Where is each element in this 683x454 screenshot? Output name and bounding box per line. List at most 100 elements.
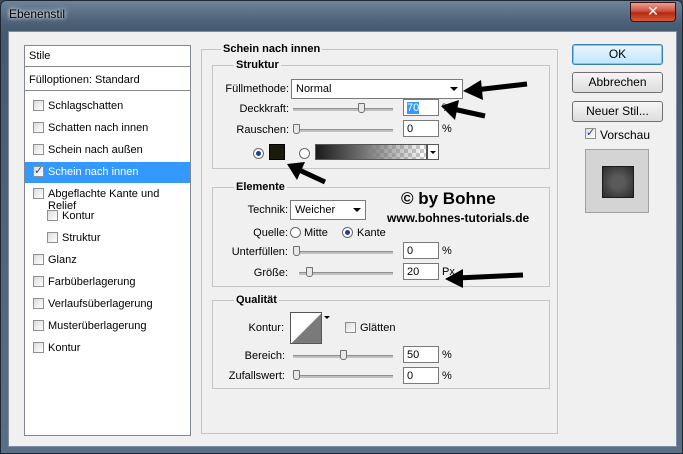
style-item[interactable]: Kontur xyxy=(25,338,190,359)
style-item-checkbox[interactable] xyxy=(33,320,44,331)
style-item[interactable]: Verlaufsüberlagerung xyxy=(25,294,190,315)
close-button[interactable]: ✕ xyxy=(630,2,676,22)
size-slider[interactable] xyxy=(299,267,393,277)
style-item[interactable]: Schatten nach innen xyxy=(25,118,190,139)
noise-slider[interactable] xyxy=(293,124,393,134)
window-title: Ebenenstil xyxy=(9,7,66,21)
blend-mode-select[interactable]: Normal xyxy=(291,79,463,99)
contour-dropdown[interactable] xyxy=(322,312,332,344)
style-item-label: Kontur xyxy=(62,210,95,222)
blend-mode-label: Füllmethode: xyxy=(225,83,289,95)
style-item-label: Glanz xyxy=(48,254,77,266)
opacity-slider-thumb[interactable] xyxy=(358,103,365,113)
style-item[interactable]: Schein nach außen xyxy=(25,140,190,161)
title-bar[interactable]: Ebenenstil ✕ xyxy=(1,1,682,25)
noise-input[interactable]: 0 xyxy=(403,120,439,137)
source-edge-radio[interactable] xyxy=(342,227,353,238)
style-item-checkbox[interactable] xyxy=(33,122,44,133)
cancel-button[interactable]: Abbrechen xyxy=(572,72,663,93)
contour-preview[interactable] xyxy=(290,312,322,344)
chevron-down-icon xyxy=(430,151,436,154)
source-edge-label[interactable]: Kante xyxy=(357,227,386,239)
style-item[interactable]: Musterüberlagerung xyxy=(25,316,190,337)
choke-unit: % xyxy=(442,245,452,257)
dialog-window: Ebenenstil ✕ Stile Fülloptionen: Standar… xyxy=(0,0,683,454)
style-item-checkbox[interactable] xyxy=(33,188,44,199)
style-item[interactable]: Glanz xyxy=(25,250,190,271)
size-slider-thumb[interactable] xyxy=(306,267,313,277)
quality-title: Qualität xyxy=(234,294,279,306)
style-item[interactable]: Kontur xyxy=(25,206,190,227)
gradient-swatch[interactable] xyxy=(315,144,427,160)
style-item-checkbox[interactable] xyxy=(33,298,44,309)
choke-input[interactable]: 0 xyxy=(403,242,439,259)
noise-slider-thumb[interactable] xyxy=(293,124,300,134)
color-fill-radio[interactable] xyxy=(253,148,264,159)
opacity-slider[interactable] xyxy=(293,103,393,113)
style-item-checkbox[interactable] xyxy=(47,232,58,243)
preview-checkbox[interactable] xyxy=(585,126,596,139)
contour-curve-icon xyxy=(290,312,322,344)
style-item-label: Schein nach außen xyxy=(48,144,143,156)
range-slider-thumb[interactable] xyxy=(340,350,347,360)
antialias-checkbox[interactable] xyxy=(345,322,356,333)
antialias-label[interactable]: Glätten xyxy=(360,322,395,334)
style-item-checkbox[interactable] xyxy=(33,100,44,111)
choke-slider-thumb[interactable] xyxy=(293,246,300,256)
watermark-url: www.bohnes-tutorials.de xyxy=(387,211,530,225)
ok-button[interactable]: OK xyxy=(572,44,663,65)
blending-options-item[interactable]: Fülloptionen: Standard xyxy=(25,70,190,91)
size-input[interactable]: 20 xyxy=(403,263,439,280)
style-item-checkbox[interactable] xyxy=(33,276,44,287)
technique-select[interactable]: Weicher xyxy=(290,200,366,220)
range-input[interactable]: 50 xyxy=(403,346,439,363)
blend-mode-value: Normal xyxy=(296,83,332,95)
noise-label: Rauschen: xyxy=(236,124,289,136)
style-item-label: Schlagschatten xyxy=(48,100,124,112)
style-item[interactable]: Farbüberlagerung xyxy=(25,272,190,293)
style-item[interactable]: Schein nach innen xyxy=(25,162,190,183)
jitter-input[interactable]: 0 xyxy=(403,367,439,384)
chevron-down-icon xyxy=(450,87,458,91)
opacity-input[interactable]: 70 xyxy=(403,99,439,116)
preview-box xyxy=(585,149,649,213)
gradient-fill-radio[interactable] xyxy=(299,148,310,159)
choke-label: Unterfüllen: xyxy=(231,246,288,258)
jitter-slider[interactable] xyxy=(293,370,393,380)
style-list-header[interactable]: Stile xyxy=(25,46,190,67)
style-item-label: Schein nach innen xyxy=(48,166,139,178)
inner-glow-title: Schein nach innen xyxy=(221,43,323,55)
style-item[interactable]: Abgeflachte Kante und Relief xyxy=(25,184,190,212)
new-style-button[interactable]: Neuer Stil... xyxy=(572,101,663,122)
style-item[interactable]: Struktur xyxy=(25,228,190,249)
range-unit: % xyxy=(442,349,452,361)
opacity-label: Deckkraft: xyxy=(239,103,289,115)
style-list: Stile Fülloptionen: Standard Schlagschat… xyxy=(24,45,191,436)
preview-label[interactable]: Vorschau xyxy=(600,128,650,142)
chevron-down-icon xyxy=(324,316,330,319)
contour-label: Kontur: xyxy=(248,322,284,334)
annotation-arrow-icon xyxy=(441,100,486,120)
source-center-label[interactable]: Mitte xyxy=(304,227,328,239)
technique-label: Technik: xyxy=(247,204,288,216)
style-item-checkbox[interactable] xyxy=(33,342,44,353)
style-item-checkbox[interactable] xyxy=(33,254,44,265)
color-swatch[interactable] xyxy=(269,144,285,160)
jitter-unit: % xyxy=(442,370,452,382)
chevron-down-icon xyxy=(353,208,361,212)
dialog-client: Stile Fülloptionen: Standard Schlagschat… xyxy=(8,31,677,447)
style-item-checkbox[interactable] xyxy=(33,144,44,155)
range-slider[interactable] xyxy=(293,350,393,360)
annotation-arrow-icon xyxy=(287,162,327,185)
style-item[interactable]: Schlagschatten xyxy=(25,96,190,117)
jitter-label: Zufallswert: xyxy=(228,370,285,382)
close-icon: ✕ xyxy=(647,4,659,20)
gradient-dropdown[interactable] xyxy=(427,144,439,160)
source-center-radio[interactable] xyxy=(290,227,301,238)
style-item-checkbox[interactable] xyxy=(47,210,58,221)
jitter-slider-thumb[interactable] xyxy=(293,370,300,380)
style-item-label: Farbüberlagerung xyxy=(48,276,136,288)
style-item-checkbox[interactable] xyxy=(33,164,44,177)
elements-title: Elemente xyxy=(234,181,287,193)
choke-slider[interactable] xyxy=(293,246,393,256)
